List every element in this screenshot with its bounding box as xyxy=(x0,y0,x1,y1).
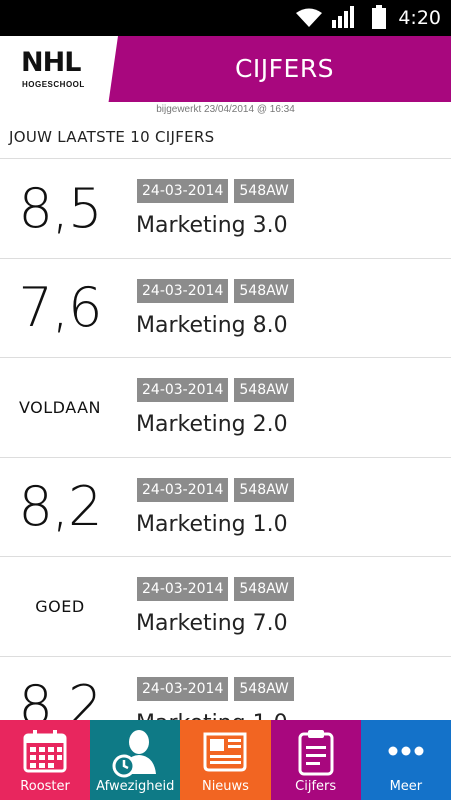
badges: 24-03-2014 548AW xyxy=(137,378,294,402)
course-name: Marketing 2.0 xyxy=(136,412,288,437)
nav-label: Cijfers xyxy=(295,779,337,794)
grade-value: GOED xyxy=(35,596,85,616)
code-badge: 548AW xyxy=(234,577,294,601)
last-updated-text: bijgewerkt 23/04/2014 @ 16:34 xyxy=(156,104,295,115)
badges: 24-03-2014 548AW xyxy=(137,477,294,502)
grade-value: VOLDAAN xyxy=(18,397,101,417)
badges: 24-03-2014 548AW xyxy=(137,179,294,203)
nav-rooster[interactable]: Rooster xyxy=(0,720,91,800)
badges: 24-03-2014 548AW xyxy=(137,278,294,303)
nav-cijfers[interactable]: Cijfers xyxy=(270,720,361,800)
logo-subtext: HOGESCHOOL xyxy=(22,80,85,89)
nav-label: Rooster xyxy=(20,779,70,794)
badges: 24-03-2014 548AW xyxy=(137,676,294,701)
more-dots-icon xyxy=(388,746,424,756)
nav-label: Nieuws xyxy=(201,779,249,794)
grade-row[interactable]: 8,2 24-03-2014 548AW Marketing 1.0 xyxy=(0,458,451,557)
logo-text: NHL xyxy=(21,47,81,78)
grade-row[interactable]: VOLDAAN 24-03-2014 548AW Marketing 2.0 xyxy=(0,358,451,458)
grade-row[interactable]: 8,5 24-03-2014 548AW Marketing 3.0 xyxy=(0,159,451,259)
nav-label: Meer xyxy=(389,779,423,794)
code-badge: 548AW xyxy=(234,378,294,402)
person-clock-icon xyxy=(112,730,157,778)
course-name: Marketing 1.0 xyxy=(136,511,288,537)
calendar-icon xyxy=(23,730,67,773)
code-badge: 548AW xyxy=(234,477,294,502)
date-badge: 24-03-2014 xyxy=(137,179,229,203)
grade-value: 7,6 xyxy=(18,276,103,339)
nav-meer[interactable]: Meer xyxy=(360,720,451,800)
code-badge: 548AW xyxy=(234,278,294,303)
course-name: Marketing 8.0 xyxy=(136,312,288,338)
date-badge: 24-03-2014 xyxy=(137,577,229,601)
date-badge: 24-03-2014 xyxy=(137,676,229,701)
nav-label: Afwezigheid xyxy=(96,779,175,794)
course-name: Marketing 1.0 xyxy=(136,711,288,721)
code-badge: 548AW xyxy=(234,676,294,701)
grade-value: 8,2 xyxy=(18,674,103,720)
code-badge: 548AW xyxy=(234,179,294,203)
signal-icon xyxy=(332,6,354,28)
clock: 4:20 xyxy=(398,7,441,29)
battery-icon xyxy=(372,5,386,29)
grade-value: 8,2 xyxy=(18,475,103,538)
nav-afwezigheid[interactable]: Afwezigheid xyxy=(90,720,181,800)
course-name: Marketing 3.0 xyxy=(136,213,288,238)
grade-row[interactable]: GOED 24-03-2014 548AW Marketing 7.0 xyxy=(0,557,451,657)
newspaper-icon xyxy=(203,732,247,772)
bottom-navigation: Rooster Afwezigheid Nieuws Cijfers Meer xyxy=(0,720,451,800)
status-bar: 4:20 xyxy=(0,0,451,36)
page-title: CIJFERS xyxy=(234,54,335,83)
clipboard-icon xyxy=(298,730,334,776)
grade-row[interactable]: 8,2 24-03-2014 548AW Marketing 1.0 xyxy=(0,657,451,721)
wifi-icon xyxy=(296,8,322,27)
date-badge: 24-03-2014 xyxy=(137,278,229,303)
date-badge: 24-03-2014 xyxy=(137,477,229,502)
grade-row[interactable]: 7,6 24-03-2014 548AW Marketing 8.0 xyxy=(0,259,451,358)
logo[interactable]: NHL HOGESCHOOL xyxy=(0,36,118,102)
date-badge: 24-03-2014 xyxy=(137,378,229,402)
course-name: Marketing 7.0 xyxy=(136,611,288,636)
grade-value: 8,5 xyxy=(18,176,103,240)
app-header: NHL HOGESCHOOL CIJFERS xyxy=(0,36,451,102)
grades-list[interactable]: 8,5 24-03-2014 548AW Marketing 3.0 7,6 2… xyxy=(0,158,451,720)
section-title: JOUW LAATSTE 10 CIJFERS xyxy=(9,128,215,146)
badges: 24-03-2014 548AW xyxy=(137,577,294,601)
nav-nieuws[interactable]: Nieuws xyxy=(180,720,271,800)
